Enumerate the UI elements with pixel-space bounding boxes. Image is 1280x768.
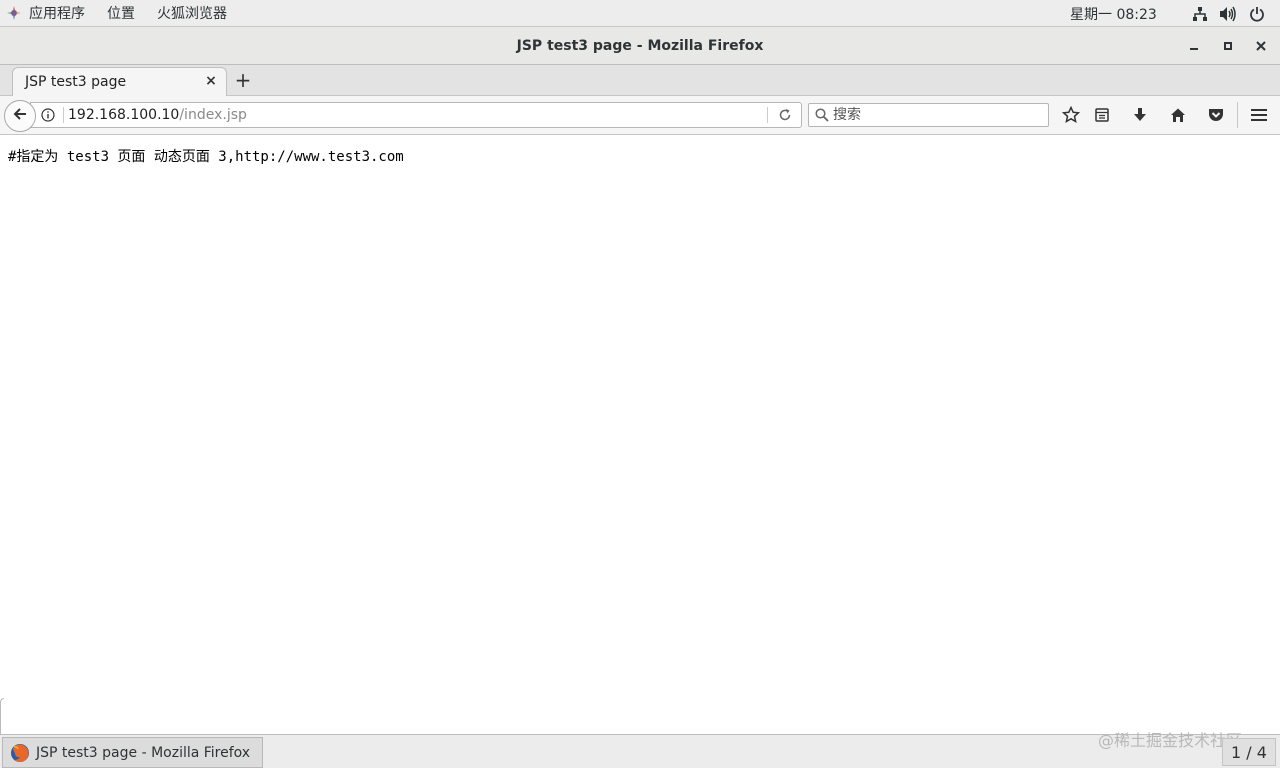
- url-text[interactable]: 192.168.100.10/index.jsp: [68, 107, 247, 123]
- close-tab-icon[interactable]: ×: [203, 73, 219, 89]
- back-button[interactable]: [4, 100, 36, 132]
- workspace-indicator[interactable]: 1 / 4: [1222, 738, 1276, 766]
- places-menu[interactable]: 位置: [96, 0, 146, 27]
- network-icon[interactable]: [1191, 5, 1209, 23]
- reload-divider: [767, 107, 768, 123]
- search-input[interactable]: [833, 105, 1043, 125]
- applications-menu[interactable]: 应用程序: [18, 0, 96, 27]
- pocket-icon[interactable]: [1207, 106, 1225, 124]
- search-bar[interactable]: [808, 103, 1049, 127]
- gnome-top-bar: 应用程序 位置 火狐浏览器 星期一 08:23: [0, 0, 1280, 27]
- close-window-button[interactable]: [1251, 36, 1271, 56]
- bottom-taskbar: JSP test3 page - Mozilla Firefox @稀土掘金技术…: [0, 731, 1280, 768]
- reload-icon[interactable]: [777, 107, 793, 123]
- tab-jsp-test3[interactable]: JSP test3 page ×: [12, 67, 227, 97]
- url-path: /index.jsp: [179, 107, 247, 123]
- tab-strip: JSP test3 page × +: [0, 65, 1280, 97]
- window-titlebar[interactable]: JSP test3 page - Mozilla Firefox: [0, 27, 1280, 65]
- new-tab-button[interactable]: +: [234, 70, 252, 90]
- back-icon: [12, 106, 28, 126]
- url-divider: [63, 107, 64, 123]
- firefox-icon: [10, 743, 30, 763]
- browser-app-menu[interactable]: 火狐浏览器: [146, 0, 238, 27]
- taskbar-window-label: JSP test3 page - Mozilla Firefox: [36, 745, 251, 761]
- maximize-button[interactable]: [1218, 36, 1238, 56]
- page-content[interactable]: #指定为 test3 页面 动态页面 3,http://www.test3.co…: [0, 136, 1280, 734]
- toolbar-divider: [1237, 102, 1238, 128]
- reading-list-icon[interactable]: [1093, 106, 1111, 124]
- minimize-button[interactable]: [1184, 36, 1204, 56]
- window-edge: [0, 698, 4, 734]
- search-icon: [815, 108, 829, 122]
- page-body-text: #指定为 test3 页面 动态页面 3,http://www.test3.co…: [8, 149, 404, 165]
- tab-label: JSP test3 page: [25, 74, 127, 90]
- bookmark-star-icon[interactable]: [1062, 106, 1080, 124]
- menu-icon[interactable]: [1250, 106, 1268, 124]
- url-bar[interactable]: 192.168.100.10/index.jsp: [30, 102, 802, 128]
- info-icon[interactable]: [41, 108, 55, 122]
- clock[interactable]: 星期一 08:23: [1070, 0, 1157, 27]
- navigation-toolbar: 192.168.100.10/index.jsp: [0, 96, 1280, 135]
- window-title: JSP test3 page - Mozilla Firefox: [516, 38, 764, 54]
- download-icon[interactable]: [1131, 106, 1149, 124]
- volume-icon[interactable]: [1219, 5, 1237, 23]
- watermark: @稀土掘金技术社区: [1098, 731, 1243, 750]
- url-host: 192.168.100.10: [68, 107, 180, 123]
- taskbar-window-button[interactable]: JSP test3 page - Mozilla Firefox: [2, 737, 263, 768]
- home-icon[interactable]: [1169, 106, 1187, 124]
- power-icon[interactable]: [1248, 5, 1266, 23]
